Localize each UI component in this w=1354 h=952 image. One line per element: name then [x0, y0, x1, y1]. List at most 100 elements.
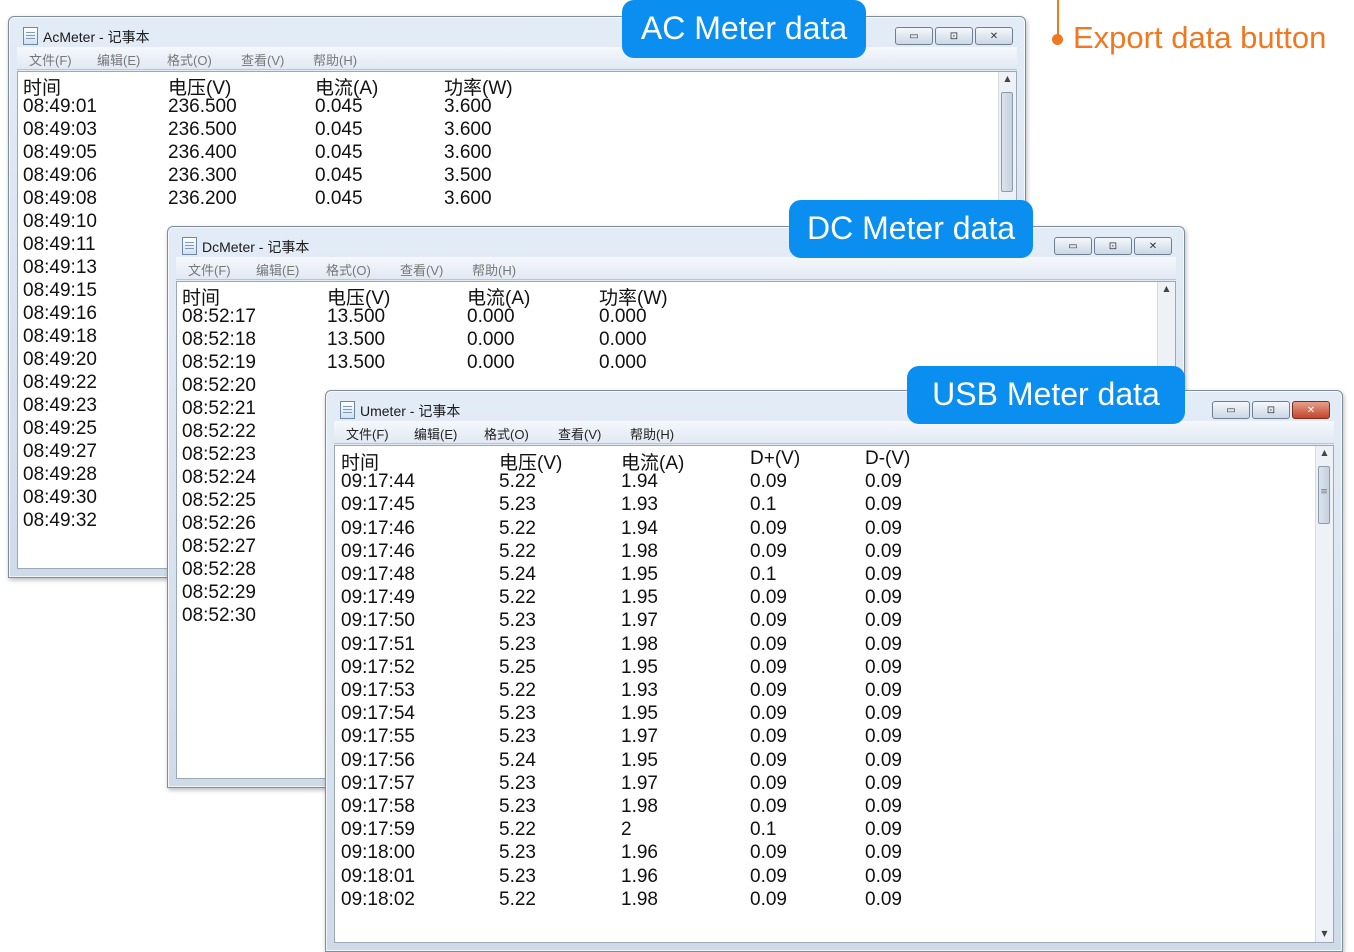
menu-view[interactable]: 查看(V) — [400, 260, 443, 279]
usb-data-row: 09:17:50 5.23 1.97 0.09 0.09 — [335, 610, 1333, 633]
usb-cell: 0.09 — [865, 726, 902, 748]
ac-cell: 08:49:32 — [23, 510, 97, 531]
usb-cell: 0.09 — [865, 656, 902, 678]
dc-data-row: 08:52:17 13.500 0.000 0.000 — [177, 306, 1175, 329]
usb-text-area[interactable]: ▲ ≡ ▼ 时间 电压(V) 电流(A) D+(V) D-(V) 09:17:44 5.22… — [334, 445, 1334, 943]
usb-data-row: 09:17:52 5.25 1.95 0.09 0.09 — [335, 657, 1333, 680]
usb-cell: 0.09 — [865, 680, 902, 701]
usb-cell: 09:17:46 — [341, 517, 415, 539]
usb-cell: 0.1 — [750, 819, 777, 841]
menu-edit[interactable]: 编辑(E) — [97, 50, 140, 69]
usb-data-row: 09:17:46 5.22 1.94 0.09 0.09 — [335, 518, 1333, 541]
usb-window-title: Umeter - 记事本 — [360, 403, 461, 419]
usb-cell: 0.09 — [865, 610, 902, 632]
usb-cell: 09:17:48 — [341, 564, 415, 585]
usb-cell: 0.09 — [750, 587, 787, 609]
ac-cell: 3.600 — [444, 96, 492, 117]
usb-cell: 0.09 — [865, 749, 902, 771]
usb-cell: 5.23 — [499, 772, 536, 794]
ac-cell: 08:49:03 — [23, 119, 97, 140]
maximize-button[interactable]: ⊡ — [935, 27, 973, 45]
menu-view[interactable]: 查看(V) — [241, 50, 284, 69]
ac-cell: 08:49:18 — [23, 326, 97, 347]
export-pointer-dot — [1052, 34, 1063, 45]
usb-cell: 0.09 — [750, 680, 787, 701]
ac-cell: 236.300 — [168, 165, 237, 186]
usb-data-row: 09:17:51 5.23 1.98 0.09 0.09 — [335, 634, 1333, 657]
ac-cell: 08:49:01 — [23, 96, 97, 117]
usb-cell: 09:17:54 — [341, 703, 415, 725]
usb-cell: 0.09 — [750, 633, 787, 655]
dc-window-controls: ▭ ⊡ ✕ — [1054, 237, 1172, 255]
menu-file[interactable]: 文件(F) — [188, 260, 231, 279]
menu-file[interactable]: 文件(F) — [29, 50, 72, 69]
ac-header-row: 时间 电压(V) 电流(A) 功率(W) — [18, 73, 1016, 99]
usb-data-row: 09:17:49 5.22 1.95 0.09 0.09 — [335, 587, 1333, 610]
menu-format[interactable]: 格式(O) — [326, 260, 371, 279]
usb-cell: 0.09 — [750, 842, 787, 864]
maximize-button[interactable]: ⊡ — [1094, 237, 1132, 255]
scroll-down-arrow-icon[interactable]: ▼ — [1316, 929, 1333, 938]
menu-view[interactable]: 查看(V) — [558, 424, 601, 443]
menu-edit[interactable]: 编辑(E) — [256, 260, 299, 279]
ac-cell: 08:49:25 — [23, 418, 97, 439]
ac-cell: 3.600 — [444, 188, 492, 209]
usb-cell: 09:17:56 — [341, 749, 415, 771]
menu-help[interactable]: 帮助(H) — [313, 50, 357, 69]
ac-meter-callout: AC Meter data — [622, 0, 866, 58]
dc-cell: 0.000 — [467, 306, 515, 327]
usb-data-row: 09:18:01 5.23 1.96 0.09 0.09 — [335, 866, 1333, 889]
ac-cell: 08:49:16 — [23, 303, 97, 324]
ac-data-row: 08:49:05 236.400 0.045 3.600 — [18, 142, 1016, 165]
usb-cell: 0.09 — [750, 749, 787, 771]
usb-meter-window: Umeter - 记事本 ▭ ⊡ ✕ 文件(F) 编辑(E) 格式(O) 查看(… — [325, 390, 1343, 952]
usb-cell: 5.23 — [499, 842, 536, 864]
ac-cell: 08:49:22 — [23, 372, 97, 393]
ac-cell: 08:49:13 — [23, 257, 97, 278]
usb-cell: 1.95 — [621, 749, 658, 771]
usb-header-row: 时间 电压(V) 电流(A) D+(V) D-(V) — [335, 448, 1333, 474]
minimize-button[interactable]: ▭ — [1212, 401, 1250, 419]
ac-titlebar[interactable]: AcMeter - 记事本 ▭ ⊡ ✕ — [17, 21, 1017, 47]
usb-cell: 09:17:44 — [341, 471, 415, 493]
ac-data-row: 08:49:01 236.500 0.045 3.600 — [18, 96, 1016, 119]
usb-cell: 5.23 — [499, 726, 536, 748]
usb-cell: 0.09 — [750, 796, 787, 817]
usb-cell: 09:17:45 — [341, 494, 415, 516]
minimize-button[interactable]: ▭ — [895, 27, 933, 45]
close-button[interactable]: ✕ — [1292, 401, 1330, 419]
ac-cell: 0.045 — [315, 96, 363, 117]
usb-cell: 0.09 — [865, 517, 902, 539]
maximize-button[interactable]: ⊡ — [1252, 401, 1290, 419]
usb-cell: 0.09 — [750, 888, 787, 910]
ac-cell: 0.045 — [315, 142, 363, 163]
usb-data-row: 09:17:45 5.23 1.93 0.1 0.09 — [335, 494, 1333, 517]
ac-cell: 08:49:20 — [23, 349, 97, 370]
usb-cell: 1.98 — [621, 888, 658, 910]
menu-file[interactable]: 文件(F) — [346, 424, 389, 443]
menu-help[interactable]: 帮助(H) — [472, 260, 516, 279]
ac-cell: 08:49:10 — [23, 211, 97, 232]
dc-cell: 08:52:17 — [182, 306, 256, 327]
usb-data-row: 09:17:48 5.24 1.95 0.1 0.09 — [335, 564, 1333, 587]
usb-cell: 1.94 — [621, 471, 658, 493]
usb-cell: 5.24 — [499, 749, 536, 771]
close-button[interactable]: ✕ — [1134, 237, 1172, 255]
menu-edit[interactable]: 编辑(E) — [414, 424, 457, 443]
ac-cell: 236.500 — [168, 96, 237, 117]
usb-cell: 5.23 — [499, 633, 536, 655]
menu-format[interactable]: 格式(O) — [167, 50, 212, 69]
dc-header-row: 时间 电压(V) 电流(A) 功率(W) — [177, 283, 1175, 309]
usb-data-row: 09:17:53 5.22 1.93 0.09 0.09 — [335, 680, 1333, 703]
menu-help[interactable]: 帮助(H) — [630, 424, 674, 443]
dc-cell: 08:52:22 — [182, 421, 256, 442]
menu-format[interactable]: 格式(O) — [484, 424, 529, 443]
ac-cell: 08:49:06 — [23, 165, 97, 186]
usb-cell: 09:18:00 — [341, 842, 415, 864]
minimize-button[interactable]: ▭ — [1054, 237, 1092, 255]
usb-cell: 09:17:53 — [341, 680, 415, 701]
usb-data-row: 09:18:00 5.23 1.96 0.09 0.09 — [335, 842, 1333, 865]
close-button[interactable]: ✕ — [975, 27, 1013, 45]
usb-data-row: 09:17:56 5.24 1.95 0.09 0.09 — [335, 750, 1333, 773]
usb-cell: 0.09 — [865, 888, 902, 910]
